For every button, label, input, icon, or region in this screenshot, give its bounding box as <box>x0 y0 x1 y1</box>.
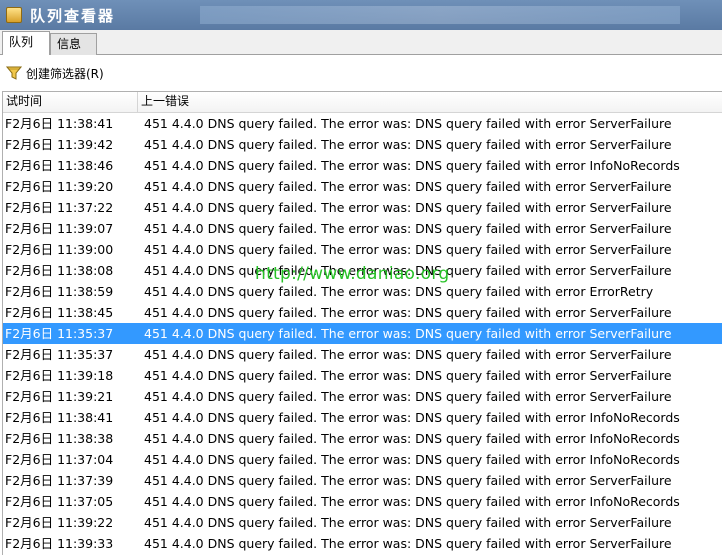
row-error-cell: 451 4.4.0 DNS query failed. The error wa… <box>144 305 672 320</box>
row-time-cell: F2月6日 11:37:05 <box>5 494 114 509</box>
table-row[interactable]: F2月6日 11:39:33 451 4.4.0 DNS query failed… <box>3 533 722 554</box>
row-time-cell: F2月6日 11:38:41 <box>5 410 114 425</box>
row-time-cell: F2月6日 11:35:37 <box>5 326 114 341</box>
row-error-cell: 451 4.4.0 DNS query failed. The error wa… <box>144 515 672 530</box>
table-row[interactable]: F2月6日 11:39:18 451 4.4.0 DNS query failed… <box>3 365 722 386</box>
row-time-cell: F2月6日 11:39:00 <box>5 242 114 257</box>
table-row[interactable]: F2月6日 11:38:38 451 4.4.0 DNS query failed… <box>3 428 722 449</box>
table-row[interactable]: F2月6日 11:37:04 451 4.4.0 DNS query failed… <box>3 449 722 470</box>
queue-grid[interactable]: 试时间 上一错误 F2月6日 11:38:41 451 4.4.0 DNS que… <box>2 91 722 555</box>
row-time-cell: F2月6日 11:38:59 <box>5 284 114 299</box>
row-time-cell: F2月6日 11:37:39 <box>5 473 114 488</box>
row-error-cell: 451 4.4.0 DNS query failed. The error wa… <box>144 158 680 173</box>
row-time-cell: F2月6日 11:39:20 <box>5 179 114 194</box>
table-row[interactable]: F2月6日 11:39:00 451 4.4.0 DNS query failed… <box>3 239 722 260</box>
grid-rows: F2月6日 11:38:41 451 4.4.0 DNS query failed… <box>3 113 722 554</box>
row-error-cell: 451 4.4.0 DNS query failed. The error wa… <box>144 494 680 509</box>
table-row[interactable]: F2月6日 11:38:45 451 4.4.0 DNS query failed… <box>3 302 722 323</box>
row-time-cell: F2月6日 11:38:38 <box>5 431 114 446</box>
row-error-cell: 451 4.4.0 DNS query failed. The error wa… <box>144 116 672 131</box>
row-error-cell: 451 4.4.0 DNS query failed. The error wa… <box>144 536 672 551</box>
row-error-cell: 451 4.4.0 DNS query failed. The error wa… <box>144 326 672 341</box>
table-row[interactable]: F2月6日 11:39:42 451 4.4.0 DNS query failed… <box>3 134 722 155</box>
row-error-cell: 451 4.4.0 DNS query failed. The error wa… <box>144 347 672 362</box>
row-error-cell: 451 4.4.0 DNS query failed. The error wa… <box>144 200 672 215</box>
column-header-last-error[interactable]: 上一错误 <box>138 92 722 112</box>
table-row[interactable]: F2月6日 11:35:37 451 4.4.0 DNS query failed… <box>3 323 722 344</box>
table-row[interactable]: F2月6日 11:38:46 451 4.4.0 DNS query failed… <box>3 155 722 176</box>
row-time-cell: F2月6日 11:39:22 <box>5 515 114 530</box>
row-error-cell: 451 4.4.0 DNS query failed. The error wa… <box>144 431 680 446</box>
row-time-cell: F2月6日 11:39:07 <box>5 221 114 236</box>
row-error-cell: 451 4.4.0 DNS query failed. The error wa… <box>144 242 672 257</box>
blurred-area <box>200 6 680 24</box>
row-error-cell: 451 4.4.0 DNS query failed. The error wa… <box>144 137 672 152</box>
row-time-cell: F2月6日 11:39:18 <box>5 368 114 383</box>
row-time-cell: F2月6日 11:39:33 <box>5 536 114 551</box>
row-error-cell: 451 4.4.0 DNS query failed. The error wa… <box>144 473 672 488</box>
table-row[interactable]: F2月6日 11:37:05 451 4.4.0 DNS query failed… <box>3 491 722 512</box>
table-row[interactable]: F2月6日 11:37:39 451 4.4.0 DNS query failed… <box>3 470 722 491</box>
tab-messages[interactable]: 信息 <box>50 33 97 55</box>
create-filter-label: 创建筛选器(R) <box>26 66 104 81</box>
table-row[interactable]: F2月6日 11:37:22 451 4.4.0 DNS query failed… <box>3 197 722 218</box>
title-bar: 队列查看器 <box>0 0 722 30</box>
row-time-cell: F2月6日 11:39:42 <box>5 137 114 152</box>
table-row[interactable]: F2月6日 11:38:41 451 4.4.0 DNS query failed… <box>3 113 722 134</box>
app-icon <box>6 7 22 23</box>
row-time-cell: F2月6日 11:39:21 <box>5 389 114 404</box>
toolbar: 创建筛选器(R) <box>0 55 722 91</box>
tab-queue[interactable]: 队列 <box>2 31 50 56</box>
funnel-icon <box>6 66 22 80</box>
row-time-cell: F2月6日 11:37:22 <box>5 200 114 215</box>
row-error-cell: 451 4.4.0 DNS query failed. The error wa… <box>144 179 672 194</box>
table-row[interactable]: F2月6日 11:38:08 451 4.4.0 DNS query failed… <box>3 260 722 281</box>
row-time-cell: F2月6日 11:38:45 <box>5 305 114 320</box>
create-filter-button[interactable]: 创建筛选器(R) <box>6 65 104 82</box>
row-error-cell: 451 4.4.0 DNS query failed. The error wa… <box>144 410 680 425</box>
tab-strip: 队列 信息 <box>0 30 722 56</box>
row-time-cell: F2月6日 11:38:08 <box>5 263 114 278</box>
row-error-cell: 451 4.4.0 DNS query failed. The error wa… <box>144 389 672 404</box>
table-row[interactable]: F2月6日 11:39:07 451 4.4.0 DNS query failed… <box>3 218 722 239</box>
table-row[interactable]: F2月6日 11:39:22 451 4.4.0 DNS query failed… <box>3 512 722 533</box>
row-error-cell: 451 4.4.0 DNS query failed. The error wa… <box>144 452 680 467</box>
table-row[interactable]: F2月6日 11:35:37 451 4.4.0 DNS query failed… <box>3 344 722 365</box>
row-time-cell: F2月6日 11:35:37 <box>5 347 114 362</box>
table-row[interactable]: F2月6日 11:38:41 451 4.4.0 DNS query failed… <box>3 407 722 428</box>
grid-header: 试时间 上一错误 <box>3 92 722 113</box>
row-time-cell: F2月6日 11:38:41 <box>5 116 114 131</box>
window-title: 队列查看器 <box>30 6 116 25</box>
row-error-cell: 451 4.4.0 DNS query failed. The error wa… <box>144 368 672 383</box>
table-row[interactable]: F2月6日 11:39:21 451 4.4.0 DNS query failed… <box>3 386 722 407</box>
row-error-cell: 451 4.4.0 DNS query failed. The error wa… <box>144 221 672 236</box>
table-row[interactable]: F2月6日 11:39:20 451 4.4.0 DNS query failed… <box>3 176 722 197</box>
column-header-time[interactable]: 试时间 <box>3 92 138 112</box>
row-error-cell: 451 4.4.0 DNS query failed. The error wa… <box>144 263 672 278</box>
table-row[interactable]: F2月6日 11:38:59 451 4.4.0 DNS query failed… <box>3 281 722 302</box>
row-error-cell: 451 4.4.0 DNS query failed. The error wa… <box>144 284 654 299</box>
row-time-cell: F2月6日 11:38:46 <box>5 158 114 173</box>
row-time-cell: F2月6日 11:37:04 <box>5 452 114 467</box>
